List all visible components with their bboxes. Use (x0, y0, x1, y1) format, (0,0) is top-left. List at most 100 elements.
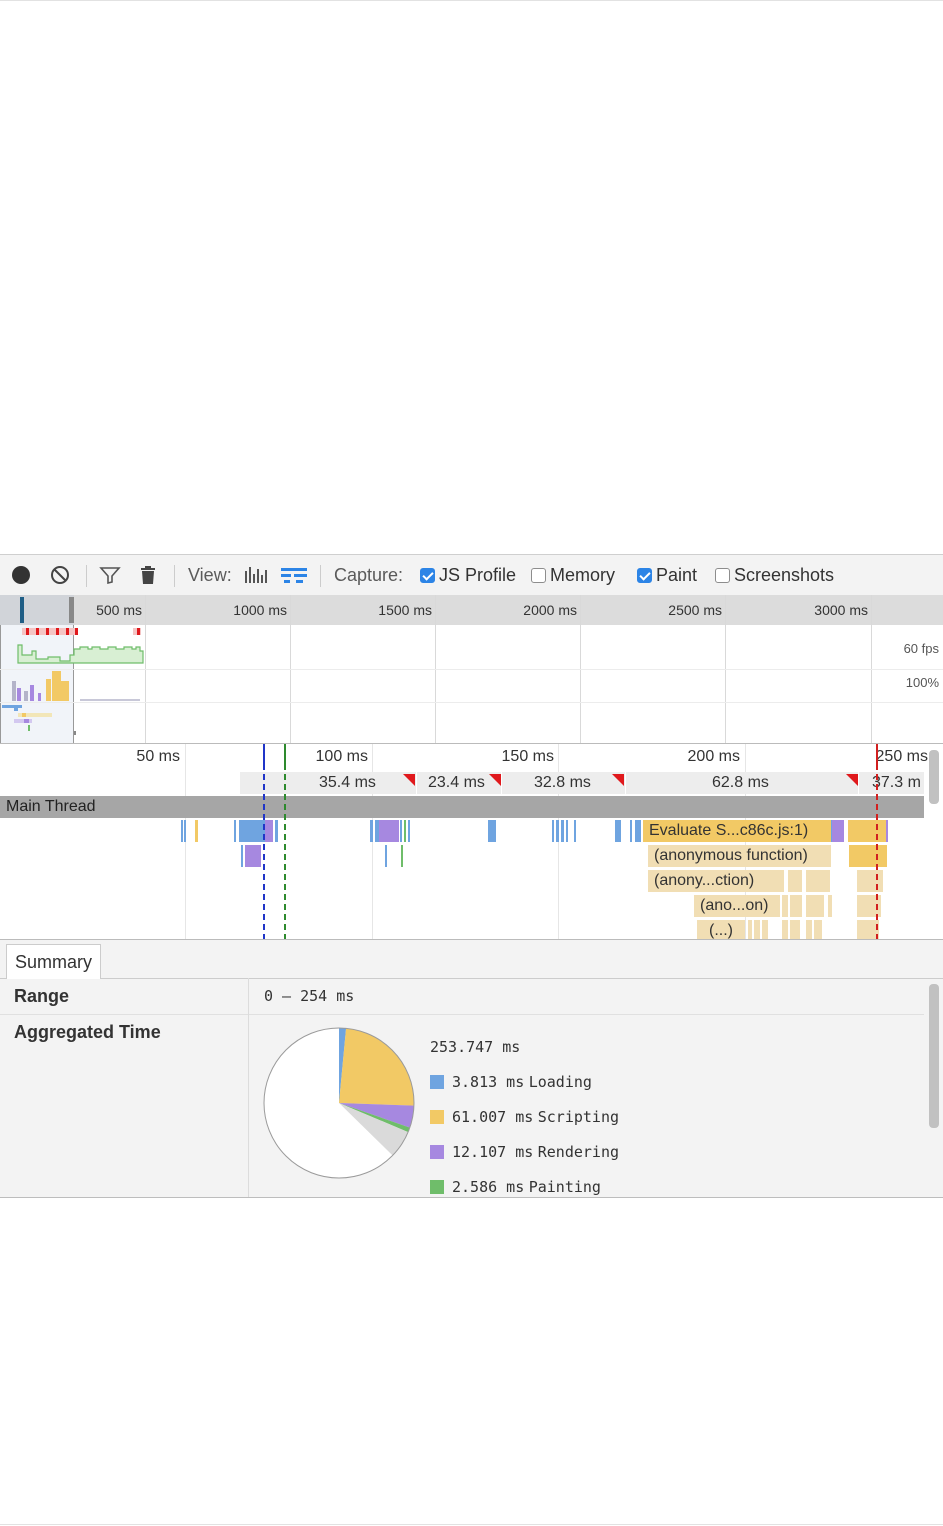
painting-name: Painting (528, 1178, 601, 1196)
fps-graph (17, 644, 144, 664)
memory-checkbox[interactable]: Memory (531, 555, 615, 595)
main-thread-label: Main Thread (6, 798, 96, 815)
dom-content-loaded-marker-head (263, 744, 265, 770)
details-summary-pane: Summary Range 0 – 254 ms Aggregated Time… (0, 939, 943, 1197)
tab-summary[interactable]: Summary (6, 944, 102, 979)
frame-divider (501, 772, 502, 794)
scripting-swatch (430, 1110, 444, 1124)
first-paint-marker-head (284, 744, 286, 770)
loading-value: 3.813 ms (452, 1073, 525, 1091)
record-icon (12, 566, 30, 584)
toolbar-divider (174, 565, 175, 587)
flame-tick-label: 50 ms (136, 748, 180, 765)
overview-tick-label: 3000 ms (814, 602, 868, 618)
painting-swatch (430, 1180, 444, 1194)
view-overview-button[interactable] (244, 555, 270, 595)
scripting-name: Scripting (537, 1108, 620, 1126)
painting-value: 2.586 ms (452, 1178, 525, 1196)
range-value: 0 – 254 ms (264, 987, 355, 1005)
flame-event-evaluate-script[interactable]: Evaluate S...c86c.js:1) (643, 820, 831, 842)
checkbox-checked-icon (637, 567, 652, 583)
flamechart-icon (281, 568, 307, 583)
rendering-value: 12.107 ms (452, 1143, 534, 1161)
toolbar-divider (86, 565, 87, 587)
screenshots-checkbox[interactable]: Screenshots (715, 555, 834, 595)
js-profile-checkbox[interactable]: JS Profile (420, 555, 516, 595)
frame-duration[interactable]: 62.8 ms (712, 774, 769, 792)
frame-duration[interactable]: 37.3 m (872, 774, 921, 792)
overview-tick-label: 2500 ms (668, 602, 722, 618)
dom-content-loaded-marker (263, 744, 265, 940)
record-button[interactable] (12, 555, 30, 595)
memory-label: Memory (550, 564, 616, 585)
checkbox-checked-icon (420, 567, 435, 583)
long-frame-flag-icon (403, 774, 415, 786)
event-bars-row (0, 920, 924, 940)
view-flamechart-button[interactable] (280, 555, 308, 595)
timeline-overview[interactable]: 500 ms 1000 ms 1500 ms 2000 ms 2500 ms 3… (0, 595, 943, 743)
checkbox-unchecked-icon (715, 567, 730, 583)
overview-frame-markers (22, 628, 142, 635)
fps-label: 60 fps (903, 641, 939, 656)
overview-left-handle[interactable] (20, 597, 24, 623)
flame-tick-label: 100 ms (315, 748, 368, 765)
details-tab-strip: Summary (0, 940, 943, 979)
loading-swatch (430, 1075, 444, 1089)
range-key: Range (14, 986, 70, 1006)
legend-item-loading: 3.813 ms Loading (430, 1073, 592, 1091)
overview-tick-label: 1500 ms (378, 602, 432, 618)
flame-event-anonymous-function[interactable]: (anonymous function) (648, 845, 831, 867)
frame-duration[interactable]: 23.4 ms (428, 774, 485, 792)
flame-scrollbar[interactable] (929, 750, 939, 804)
paint-checkbox[interactable]: Paint (637, 555, 697, 595)
overview-right-handle[interactable] (69, 597, 74, 623)
aggregated-time-key: Aggregated Time (14, 1022, 161, 1042)
checkbox-unchecked-icon (531, 567, 546, 583)
filter-icon (99, 567, 121, 585)
flame-event-label: Evaluate S...c86c.js:1) (649, 822, 809, 839)
overview-row-divider (0, 702, 943, 703)
load-event-marker-head (876, 744, 878, 770)
bar-chart-icon (245, 567, 267, 583)
range-row: Range 0 – 254 ms (0, 978, 924, 1015)
timeline-panel: View: Capture: JS Profile Memory Paint S… (0, 554, 943, 1198)
garbage-collect-button[interactable] (139, 555, 157, 595)
event-bars-row (0, 895, 924, 919)
first-paint-marker (284, 744, 286, 940)
overview-tick-label: 500 ms (96, 602, 142, 618)
loading-name: Loading (528, 1073, 592, 1091)
timeline-toolbar: View: Capture: JS Profile Memory Paint S… (0, 555, 943, 596)
screenshot-top-border (0, 0, 943, 1)
legend-item-scripting: 61.007 ms Scripting (430, 1108, 619, 1126)
event-bars-row (0, 870, 924, 894)
long-frame-flag-icon (612, 774, 624, 786)
flame-chart[interactable]: 50 ms 100 ms 150 ms 200 ms 250 ms 35.4 m… (0, 743, 943, 942)
cpu-label: 100% (905, 675, 939, 690)
filter-button[interactable] (99, 555, 121, 595)
frame-duration[interactable]: 32.8 ms (534, 774, 591, 792)
screenshot-bottom-border (0, 1524, 943, 1525)
scripting-value: 61.007 ms (452, 1108, 534, 1126)
network-graph (0, 703, 80, 743)
cpu-graph (0, 669, 150, 702)
legend-item-rendering: 12.107 ms Rendering (430, 1143, 619, 1161)
toolbar-divider (320, 565, 321, 587)
paint-label: Paint (656, 564, 698, 585)
overview-tick-label: 2000 ms (523, 602, 577, 618)
capture-label: Capture: (334, 564, 404, 585)
flame-event-label: (anonymous function) (654, 847, 808, 864)
load-event-marker (876, 744, 878, 940)
flame-tick-label: 150 ms (501, 748, 554, 765)
main-thread-header[interactable]: Main Thread (0, 796, 924, 818)
rendering-swatch (430, 1145, 444, 1159)
rendering-name: Rendering (537, 1143, 620, 1161)
clear-button[interactable] (50, 555, 70, 595)
long-frame-flag-icon (489, 774, 501, 786)
summary-scrollbar[interactable] (929, 984, 939, 1128)
frame-divider (416, 772, 417, 794)
frame-divider (625, 772, 626, 794)
js-profile-label: JS Profile (439, 564, 517, 585)
frame-duration[interactable]: 35.4 ms (319, 774, 376, 792)
aggregated-time-pie-chart (263, 1027, 415, 1179)
view-label: View: (188, 564, 232, 585)
